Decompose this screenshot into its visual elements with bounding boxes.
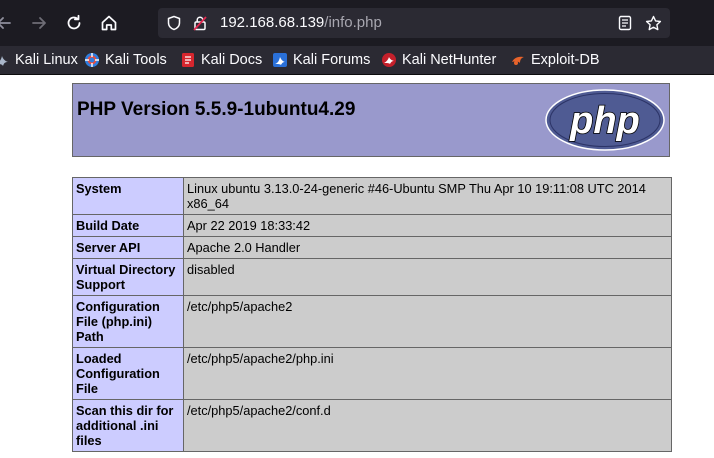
table-row: Build Date Apr 22 2019 18:33:42 bbox=[72, 214, 672, 237]
kali-docs-icon bbox=[182, 53, 194, 67]
bookmark-label: Kali NetHunter bbox=[402, 52, 497, 68]
row-value: Apr 22 2019 18:33:42 bbox=[183, 214, 672, 237]
table-row: Loaded Configuration File /etc/php5/apac… bbox=[72, 347, 672, 400]
browser-toolbar: 192.168.68.139/info.php bbox=[0, 0, 714, 46]
row-value: /etc/php5/apache2 bbox=[183, 295, 672, 348]
kali-forums-icon bbox=[273, 53, 287, 67]
forward-arrow-icon bbox=[32, 17, 46, 29]
kali-tools-icon bbox=[85, 53, 99, 67]
back-arrow-icon bbox=[0, 17, 11, 29]
url-path: /info.php bbox=[324, 14, 382, 31]
bookmark-star-icon[interactable] bbox=[644, 14, 662, 32]
home-button[interactable] bbox=[97, 11, 121, 35]
bookmark-kali-forums[interactable]: Kali Forums bbox=[272, 50, 370, 70]
row-key: Build Date bbox=[72, 214, 184, 237]
bookmark-kali-tools[interactable]: Kali Tools bbox=[84, 50, 167, 70]
row-key: Scan this dir for additional .ini files bbox=[72, 399, 184, 452]
row-value: /etc/php5/apache2/conf.d bbox=[183, 399, 672, 452]
row-key: System bbox=[72, 177, 184, 215]
row-key: Server API bbox=[72, 236, 184, 259]
bookmark-label: Exploit-DB bbox=[531, 52, 600, 68]
url-text[interactable]: 192.168.68.139/info.php bbox=[220, 14, 382, 31]
bookmark-label: Kali Forums bbox=[293, 52, 371, 68]
page-content: PHP Version 5.5.9-1ubuntu4.29 php System… bbox=[0, 75, 714, 458]
kali-nethunter-icon bbox=[382, 53, 396, 67]
table-row: Virtual Directory Support disabled bbox=[72, 258, 672, 296]
home-icon bbox=[101, 15, 117, 31]
system-info-table: System Linux ubuntu 3.13.0-24-generic #4… bbox=[72, 177, 672, 452]
bookmark-kali-linux[interactable]: Kali Linux bbox=[0, 50, 78, 70]
bookmark-label: Kali Linux bbox=[15, 52, 78, 68]
table-row: Configuration File (php.ini) Path /etc/p… bbox=[72, 295, 672, 348]
php-logo[interactable]: php bbox=[544, 88, 666, 152]
kali-dragon-icon bbox=[0, 56, 8, 66]
bookmarks-toolbar: Kali Linux Kali Tools Kali Docs Kali For… bbox=[0, 46, 714, 75]
logo-text: php bbox=[569, 100, 640, 142]
bookmark-label: Kali Docs bbox=[201, 52, 263, 68]
row-value: Apache 2.0 Handler bbox=[183, 236, 672, 259]
insecure-lock-icon[interactable] bbox=[191, 14, 209, 32]
row-key: Configuration File (php.ini) Path bbox=[72, 295, 184, 348]
exploit-db-icon bbox=[512, 56, 524, 65]
page-title: PHP Version 5.5.9-1ubuntu4.29 bbox=[77, 99, 356, 120]
bookmark-exploit-db[interactable]: Exploit-DB bbox=[510, 50, 600, 70]
address-bar[interactable]: 192.168.68.139/info.php bbox=[158, 8, 670, 38]
row-value: disabled bbox=[183, 258, 672, 296]
row-key: Virtual Directory Support bbox=[72, 258, 184, 296]
shield-icon[interactable] bbox=[165, 14, 183, 32]
row-value: /etc/php5/apache2/php.ini bbox=[183, 347, 672, 400]
bookmark-kali-docs[interactable]: Kali Docs bbox=[180, 50, 262, 70]
forward-button[interactable] bbox=[27, 11, 51, 35]
bookmark-label: Kali Tools bbox=[105, 52, 167, 68]
php-version-header: PHP Version 5.5.9-1ubuntu4.29 php bbox=[72, 83, 670, 157]
reload-button[interactable] bbox=[62, 11, 86, 35]
reader-view-icon[interactable] bbox=[616, 14, 634, 32]
table-row: Scan this dir for additional .ini files … bbox=[72, 399, 672, 452]
row-key: Loaded Configuration File bbox=[72, 347, 184, 400]
table-row: System Linux ubuntu 3.13.0-24-generic #4… bbox=[72, 177, 672, 215]
back-button[interactable] bbox=[0, 11, 16, 35]
row-value: Linux ubuntu 3.13.0-24-generic #46-Ubunt… bbox=[183, 177, 672, 215]
table-row: Server API Apache 2.0 Handler bbox=[72, 236, 672, 259]
bookmark-kali-nethunter[interactable]: Kali NetHunter bbox=[381, 50, 496, 70]
url-host: 192.168.68.139 bbox=[220, 14, 325, 31]
reload-icon bbox=[67, 14, 81, 30]
